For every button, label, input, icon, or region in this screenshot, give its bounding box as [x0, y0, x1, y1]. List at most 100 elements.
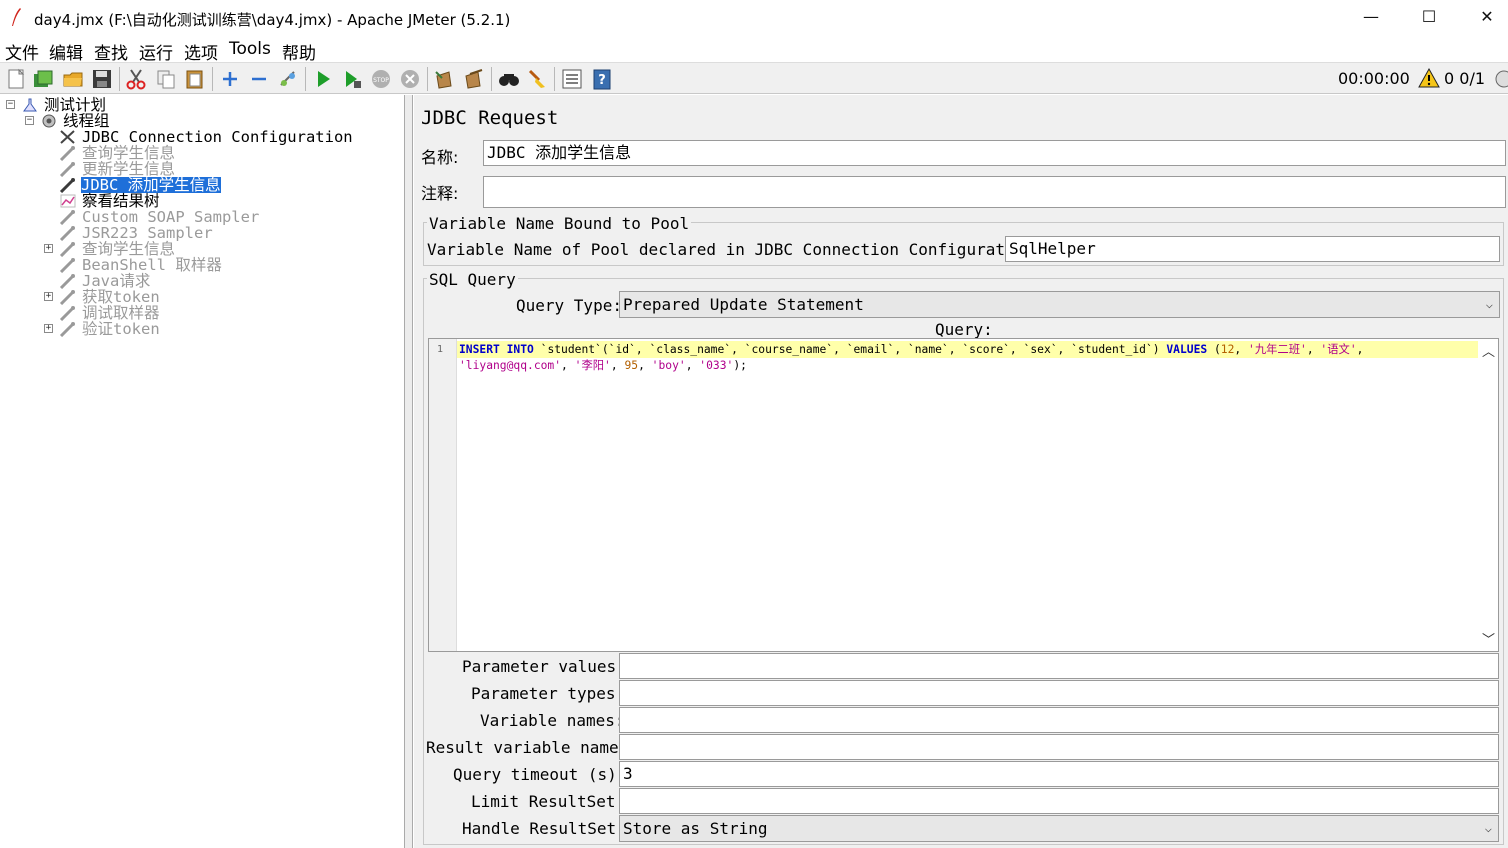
- search-icon[interactable]: [498, 68, 520, 90]
- sampler-pipette-icon: [59, 162, 75, 177]
- variable-names-field[interactable]: [619, 707, 1499, 733]
- tree-node-test-plan[interactable]: 测试计划: [44, 97, 106, 113]
- pool-name-field[interactable]: SqlHelper: [1005, 236, 1500, 262]
- tree-node-selected-sampler[interactable]: JDBC 添加学生信息: [81, 177, 221, 193]
- expand-icon[interactable]: [219, 68, 241, 90]
- query-type-value: Prepared Update Statement: [623, 295, 864, 314]
- test-plan-icon: [23, 98, 37, 112]
- tree-node-sampler[interactable]: 获取token: [82, 289, 160, 305]
- chevron-down-icon[interactable]: ﹀: [1482, 629, 1495, 648]
- start-no-pause-icon[interactable]: [341, 68, 363, 90]
- chevron-up-icon[interactable]: ︿: [1482, 341, 1495, 360]
- chevron-down-icon: ⌵: [1484, 821, 1492, 835]
- collapse-toggle[interactable]: −: [25, 116, 34, 125]
- tree-node-sampler[interactable]: BeanShell 取样器: [82, 257, 222, 273]
- toolbar-separator: [119, 67, 120, 91]
- maximize-button[interactable]: ☐: [1400, 0, 1458, 36]
- tree-node-sampler[interactable]: 验证token: [82, 321, 160, 337]
- collapse-toggle[interactable]: −: [6, 100, 15, 109]
- name-field[interactable]: JDBC 添加学生信息: [483, 140, 1506, 166]
- menu-help[interactable]: 帮助: [282, 39, 316, 64]
- handle-resultset-label: Handle ResultSet:: [462, 819, 626, 838]
- sql-code-line-1: INSERT INTO `student`(`id`, `class_name`…: [459, 343, 1364, 356]
- pool-group-title: Variable Name Bound to Pool: [427, 214, 692, 233]
- new-icon[interactable]: [5, 68, 27, 90]
- svg-text:?: ?: [598, 73, 606, 88]
- active-threads: 0/1: [1459, 69, 1486, 88]
- minimize-button[interactable]: —: [1342, 0, 1400, 36]
- tree-node-jdbc-config[interactable]: JDBC Connection Configuration: [82, 129, 353, 145]
- toolbar: STOP ? 00:00:00 0 0/1: [0, 62, 1508, 94]
- copy-icon[interactable]: [155, 68, 177, 90]
- query-type-select[interactable]: Prepared Update Statement ⌵: [619, 291, 1500, 318]
- paste-icon[interactable]: [184, 68, 206, 90]
- save-icon[interactable]: [91, 68, 113, 90]
- warning-count: 0: [1444, 69, 1455, 88]
- comment-field[interactable]: [483, 176, 1506, 208]
- help-icon[interactable]: ?: [591, 68, 613, 90]
- tree-node-sampler[interactable]: 更新学生信息: [82, 161, 175, 177]
- sql-query-editor[interactable]: 1 INSERT INTO `student`(`id`, `class_nam…: [428, 338, 1499, 652]
- line-number: 1: [437, 344, 444, 355]
- tree-node-listener[interactable]: 察看结果树: [82, 193, 160, 209]
- tree-node-thread-group[interactable]: 线程组: [63, 113, 110, 129]
- listener-chart-icon: [60, 194, 76, 208]
- panel-heading: JDBC Request: [421, 107, 559, 129]
- cut-icon[interactable]: [125, 68, 147, 90]
- sampler-pipette-icon: [59, 226, 75, 241]
- menu-search[interactable]: 查找: [94, 39, 128, 64]
- sampler-pipette-icon: [59, 210, 75, 225]
- tree-node-sampler[interactable]: 查询学生信息: [82, 241, 175, 257]
- editor-scrollbar[interactable]: ︿ ﹀: [1478, 339, 1498, 651]
- config-element-icon: [60, 130, 75, 144]
- tree-node-sampler[interactable]: 调试取样器: [82, 305, 160, 321]
- menu-file[interactable]: 文件: [5, 39, 39, 64]
- sampler-pipette-icon: [59, 242, 75, 257]
- menu-run[interactable]: 运行: [139, 39, 173, 64]
- collapse-icon[interactable]: [248, 68, 270, 90]
- tree-node-sampler[interactable]: JSR223 Sampler: [82, 225, 213, 241]
- tree-node-sampler[interactable]: 查询学生信息: [82, 145, 175, 161]
- expand-toggle[interactable]: +: [44, 292, 53, 301]
- limit-resultset-field[interactable]: [619, 788, 1499, 814]
- result-variable-field[interactable]: [619, 734, 1499, 760]
- clear-icon[interactable]: [433, 68, 455, 90]
- menu-tools[interactable]: Tools: [229, 39, 271, 59]
- limit-resultset-label: Limit ResultSet:: [471, 792, 626, 811]
- handle-resultset-value: Store as String: [623, 819, 768, 838]
- open-icon[interactable]: [62, 68, 84, 90]
- stop-icon[interactable]: STOP: [370, 68, 392, 90]
- status-indicator-icon: [1495, 70, 1508, 88]
- expand-toggle[interactable]: +: [44, 324, 53, 333]
- split-pane-divider[interactable]: [405, 95, 413, 848]
- query-label: Query:: [935, 320, 993, 339]
- sampler-pipette-icon: [59, 146, 75, 161]
- expand-toggle[interactable]: +: [44, 244, 53, 253]
- test-plan-tree[interactable]: − 测试计划 − 线程组 JDBC Connection Configurati…: [0, 95, 405, 848]
- reset-search-icon[interactable]: [527, 68, 549, 90]
- menu-edit[interactable]: 编辑: [49, 39, 83, 64]
- elapsed-timer: 00:00:00: [1338, 69, 1410, 88]
- clear-all-icon[interactable]: [462, 68, 484, 90]
- menu-options[interactable]: 选项: [184, 39, 218, 64]
- tree-node-sampler[interactable]: Custom SOAP Sampler: [82, 209, 259, 225]
- toggle-icon[interactable]: [277, 68, 299, 90]
- close-button[interactable]: ✕: [1458, 0, 1508, 36]
- name-label: 名称:: [421, 148, 459, 167]
- handle-resultset-select[interactable]: Store as String ⌵: [619, 815, 1499, 842]
- thread-group-icon: [42, 114, 56, 128]
- toolbar-separator: [491, 67, 492, 91]
- shutdown-icon[interactable]: [399, 68, 421, 90]
- query-timeout-field[interactable]: 3: [619, 761, 1499, 787]
- function-helper-icon[interactable]: [561, 68, 583, 90]
- start-icon[interactable]: [312, 68, 334, 90]
- parameter-values-field[interactable]: [619, 653, 1499, 679]
- warning-icon[interactable]: [1418, 67, 1440, 89]
- parameter-types-field[interactable]: [619, 680, 1499, 706]
- toolbar-separator: [212, 67, 213, 91]
- query-timeout-label: Query timeout (s):: [453, 765, 627, 784]
- window-title: day4.jmx (F:\自动化测试训练营\day4.jmx) - Apache…: [34, 11, 511, 29]
- jmeter-feather-icon: [12, 8, 21, 26]
- templates-icon[interactable]: [32, 68, 54, 90]
- tree-node-sampler[interactable]: Java请求: [82, 273, 150, 289]
